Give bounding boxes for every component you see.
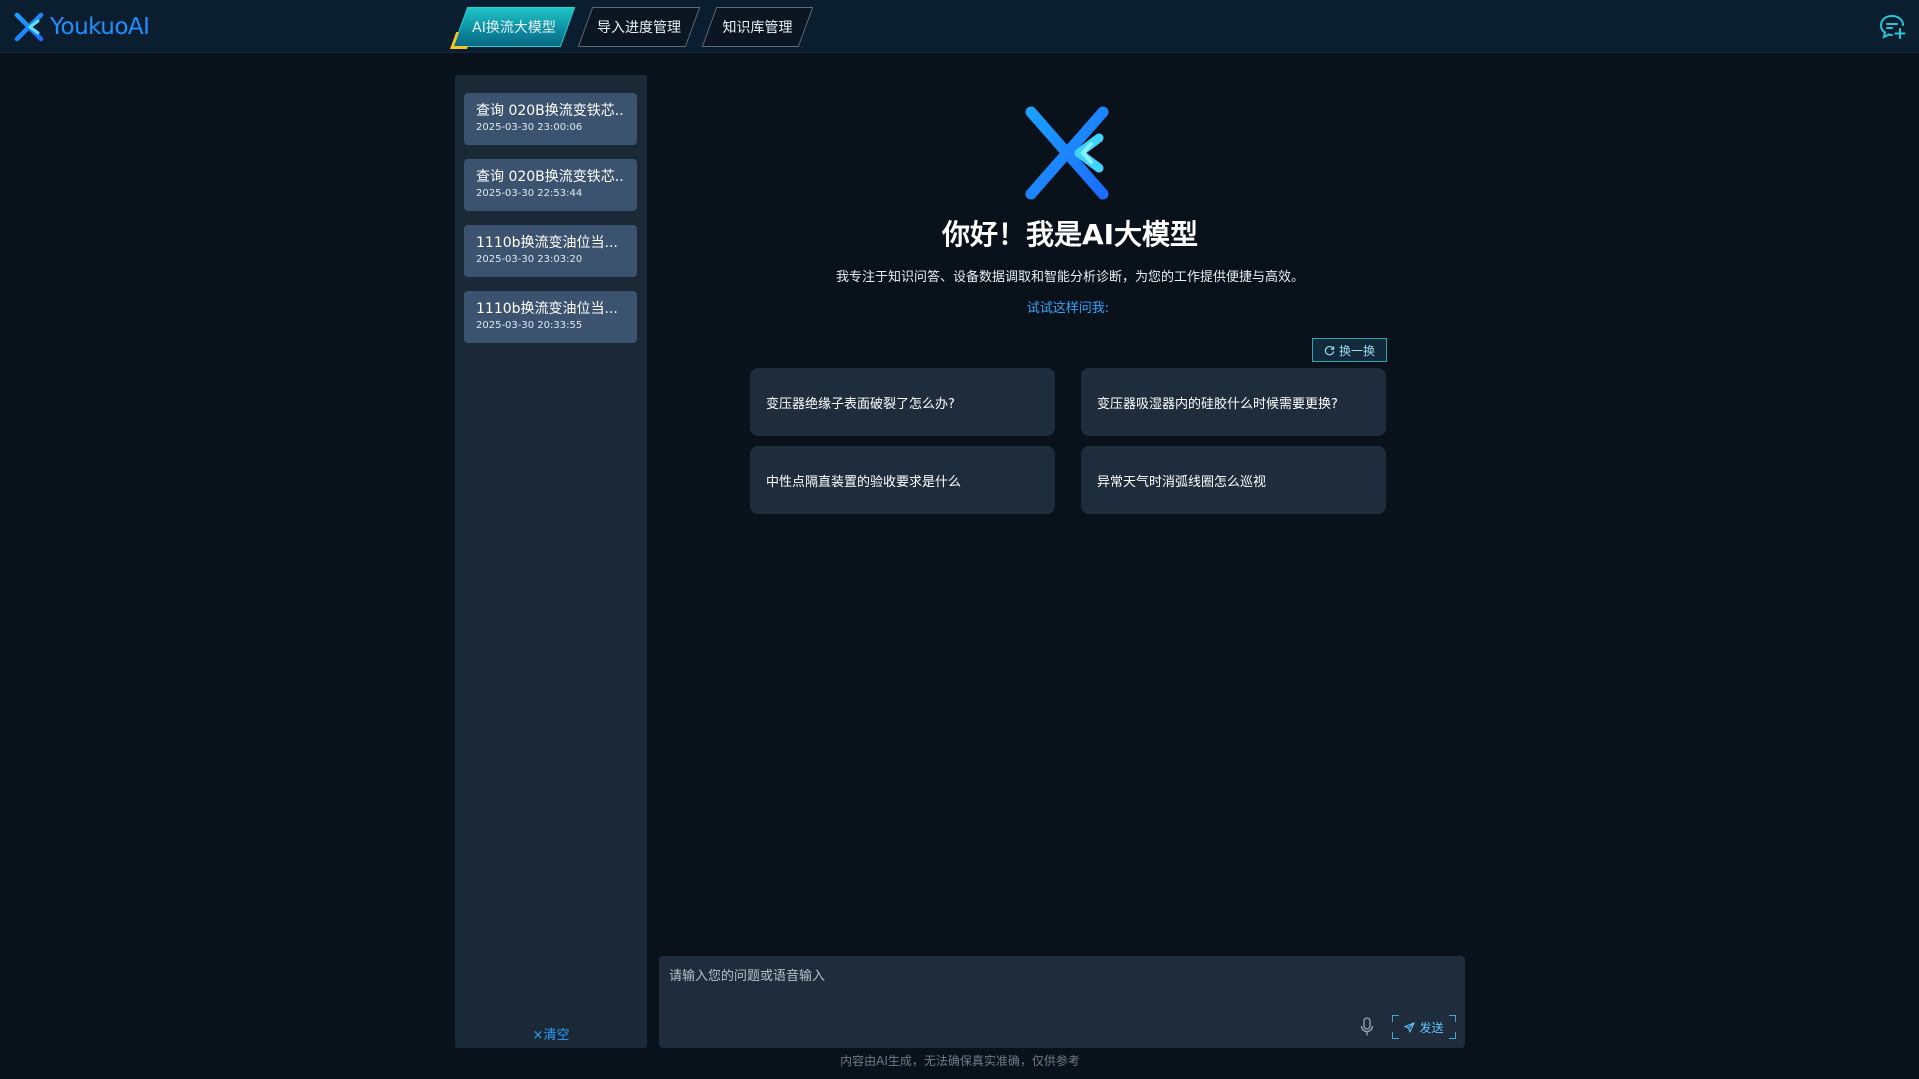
- history-item[interactable]: 查询 020B换流变铁芯... 2025-03-30 22:53:44: [464, 159, 637, 211]
- history-item[interactable]: 1110b换流变油位当... 2025-03-30 23:03:20: [464, 225, 637, 277]
- logo-text: YoukuoAI: [50, 14, 150, 40]
- clear-history-button[interactable]: ×清空: [455, 1024, 647, 1048]
- send-label: 发送: [1419, 1020, 1444, 1035]
- suggestion-card[interactable]: 变压器绝缘子表面破裂了怎么办?: [750, 368, 1055, 436]
- welcome-subtitle: 我专注于知识问答、设备数据调取和智能分析诊断，为您的工作提供便捷与高效。: [835, 270, 1304, 285]
- history-title: 1110b换流变油位当...: [476, 235, 618, 251]
- tab-ai-model[interactable]: AI换流大模型: [452, 7, 576, 47]
- ai-logo-icon: [1025, 106, 1109, 200]
- ai-disclaimer: 内容由AI生成，无法确保真实准确，仅供参考: [840, 1054, 1080, 1068]
- send-icon: [1404, 1021, 1416, 1033]
- suggestion-card[interactable]: 中性点隔直装置的验收要求是什么: [750, 446, 1055, 514]
- try-ask-label: 试试这样问我:: [1026, 301, 1110, 316]
- history-title: 1110b换流变油位当...: [476, 301, 618, 317]
- chat-input-box: 发送: [659, 956, 1465, 1048]
- history-time: 2025-03-30 20:33:55: [476, 320, 583, 331]
- top-header: YoukuoAI AI换流大模型 导入进度管理 知识库管理: [0, 0, 1919, 53]
- suggestion-card[interactable]: 异常天气时消弧线圈怎么巡视: [1081, 446, 1386, 514]
- send-button[interactable]: 发送: [1392, 1015, 1456, 1039]
- tab-label: AI换流大模型: [472, 20, 556, 36]
- history-title: 查询 020B换流变铁芯...: [476, 103, 625, 119]
- history-item[interactable]: 查询 020B换流变铁芯... 2025-03-30 23:00:06: [464, 93, 637, 145]
- refresh-icon: [1324, 345, 1335, 355]
- tab-label: 导入进度管理: [597, 20, 681, 36]
- tab-knowledge-base[interactable]: 知识库管理: [701, 7, 814, 47]
- microphone-icon[interactable]: [1360, 1017, 1374, 1037]
- history-item[interactable]: 1110b换流变油位当... 2025-03-30 20:33:55: [464, 291, 637, 343]
- logo-icon: [14, 12, 44, 42]
- tab-label: 知识库管理: [722, 20, 793, 36]
- welcome-heading: 你好！我是AI大模型: [941, 218, 1199, 251]
- chat-history-sidebar: 查询 020B换流变铁芯... 2025-03-30 23:00:06 查询 0…: [455, 75, 647, 1048]
- suggestion-card[interactable]: 变压器吸湿器内的硅胶什么时候需要更换?: [1081, 368, 1386, 436]
- refresh-label: 换一换: [1338, 343, 1375, 358]
- app-logo[interactable]: YoukuoAI: [12, 8, 150, 46]
- history-time: 2025-03-30 23:00:06: [476, 122, 583, 133]
- history-title: 查询 020B换流变铁芯...: [476, 169, 625, 185]
- question-input[interactable]: [659, 956, 1465, 1048]
- history-time: 2025-03-30 23:03:20: [476, 254, 583, 265]
- chat-add-icon[interactable]: [1879, 14, 1907, 40]
- tab-import-progress[interactable]: 导入进度管理: [577, 7, 701, 47]
- refresh-suggestions-button[interactable]: 换一换: [1312, 338, 1387, 362]
- history-time: 2025-03-30 22:53:44: [476, 188, 583, 199]
